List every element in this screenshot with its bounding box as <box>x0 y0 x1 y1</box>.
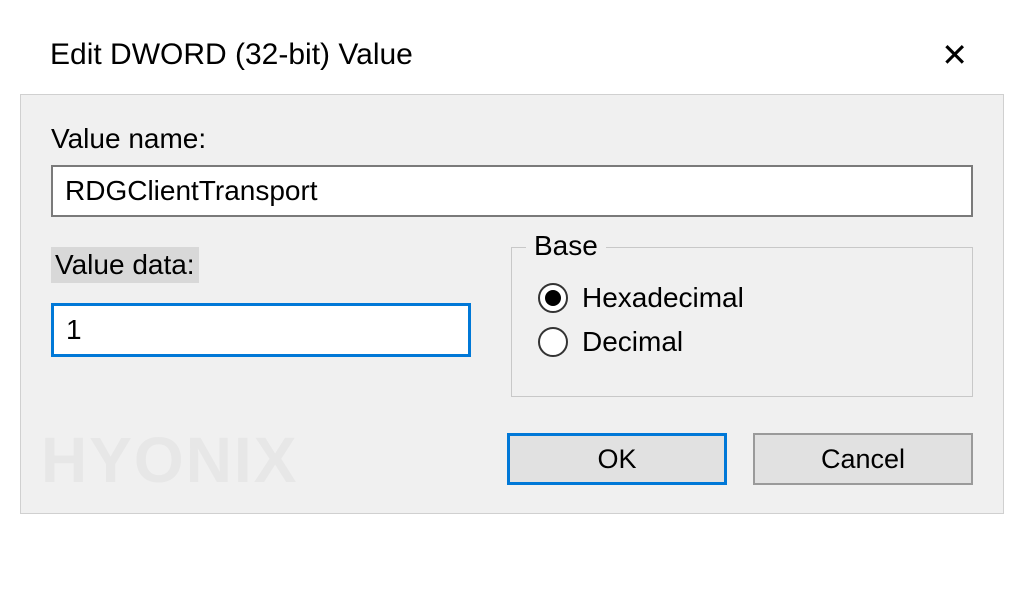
radio-icon <box>538 327 568 357</box>
title-bar: Edit DWORD (32-bit) Value ✕ <box>20 20 1004 94</box>
dialog-title: Edit DWORD (32-bit) Value <box>50 38 413 72</box>
value-name-input[interactable] <box>51 165 973 217</box>
value-name-label: Value name: <box>51 123 206 155</box>
ok-button[interactable]: OK <box>507 433 727 485</box>
mid-row: Value data: Base Hexadecimal Decimal <box>51 247 973 397</box>
value-data-input[interactable] <box>51 303 471 357</box>
value-data-section: Value data: <box>51 247 471 357</box>
value-name-section: Value name: <box>51 123 973 217</box>
base-legend: Base <box>526 230 606 262</box>
radio-hex-label: Hexadecimal <box>582 282 744 314</box>
cancel-button[interactable]: Cancel <box>753 433 973 485</box>
radio-icon <box>538 283 568 313</box>
radio-hexadecimal[interactable]: Hexadecimal <box>538 282 946 314</box>
base-fieldset: Base Hexadecimal Decimal <box>511 247 973 397</box>
close-icon[interactable]: ✕ <box>933 39 976 71</box>
radio-decimal[interactable]: Decimal <box>538 326 946 358</box>
value-data-label: Value data: <box>51 247 199 283</box>
dialog-content: HYONIX Value name: Value data: Base Hexa… <box>20 94 1004 514</box>
button-row: OK Cancel <box>51 433 973 485</box>
edit-dword-dialog: Edit DWORD (32-bit) Value ✕ HYONIX Value… <box>20 20 1004 514</box>
radio-dec-label: Decimal <box>582 326 683 358</box>
